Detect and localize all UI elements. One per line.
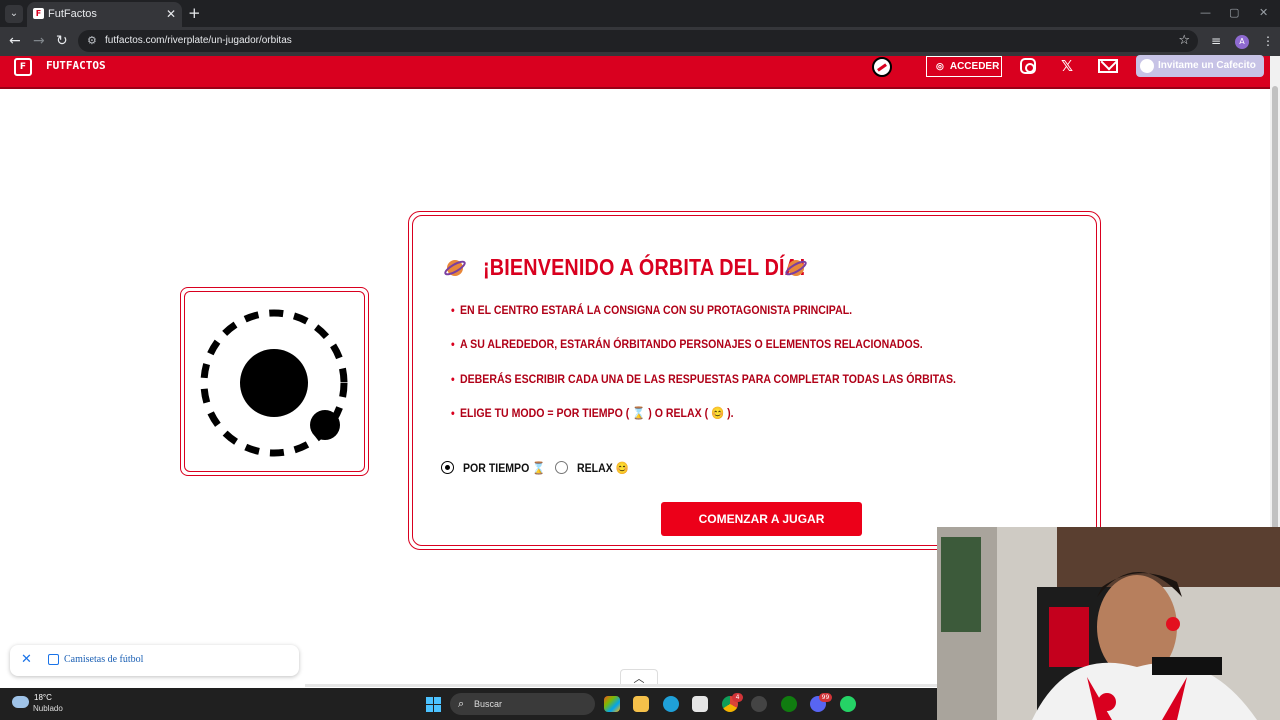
tab-futfactos[interactable]: F FutFactos ✕ [27, 2, 182, 27]
taskbar-search[interactable]: ⌕ Buscar [450, 693, 595, 715]
welcome-title: ¡BIENVENIDO A ÓRBITA DEL DÍA! [483, 254, 806, 280]
instruction-text: A SU ALREDEDOR, ESTARÁN ÓRBITANDO PERSON… [459, 337, 923, 351]
login-button[interactable]: ◎ ACCEDER [926, 56, 1002, 77]
orbit-illustration-card [180, 287, 369, 476]
obs-icon[interactable] [751, 696, 767, 712]
close-window-icon[interactable]: ✕ [1259, 5, 1268, 21]
welcome-card: ¡BIENVENIDO A ÓRBITA DEL DÍA! • EN EL CEN… [408, 211, 1101, 550]
login-label: ACCEDER [949, 61, 1000, 72]
logo-text[interactable]: FUTFACTOS [46, 58, 106, 74]
xbox-icon[interactable] [781, 696, 797, 712]
maximize-icon[interactable]: ▢ [1229, 5, 1239, 21]
orbit-icon [200, 309, 348, 457]
close-icon[interactable]: ✕ [21, 652, 32, 668]
mode-relax-label[interactable]: RELAX 😊 [577, 460, 629, 476]
tab-close-icon[interactable]: ✕ [166, 6, 176, 22]
futfactos-favicon: F [33, 8, 44, 19]
site-info-icon[interactable]: ⚙ [87, 34, 97, 48]
instruction-text: EN EL CENTRO ESTARÁ LA CONSIGNA CON SU P… [459, 303, 853, 317]
search-icon: ⌕ [458, 697, 465, 710]
weather-temp[interactable]: 18°C [34, 693, 52, 703]
discord-badge: 99 [819, 693, 832, 702]
planet-icon [785, 260, 807, 276]
instagram-icon[interactable] [1020, 58, 1036, 74]
browser-toolbar: ← → ↻ ⚙ futfactos.com/riverplate/un-juga… [0, 27, 1280, 56]
cafecito-label: Invitame un Cafecito [1158, 60, 1256, 71]
instruction-item: • EN EL CENTRO ESTARÁ LA CONSIGNA CON SU … [451, 303, 853, 317]
mail-icon[interactable] [1098, 59, 1118, 73]
webcam-overlay [937, 527, 1280, 720]
bookmark-star-icon[interactable]: ☆ [1178, 32, 1190, 50]
forward-icon[interactable]: → [33, 32, 45, 50]
copilot-icon[interactable] [604, 696, 620, 712]
instruction-item: • A SU ALREDEDOR, ESTARÁN ÓRBITANDO PERSO… [451, 337, 923, 351]
back-icon[interactable]: ← [9, 32, 21, 50]
cafecito-icon [1140, 59, 1154, 73]
download-notification[interactable]: ✕ Camisetas de fútbol [10, 645, 299, 676]
orbit-center-body [240, 349, 308, 417]
new-tab-button[interactable]: + [188, 4, 201, 22]
file-explorer-icon[interactable] [633, 696, 649, 712]
windows-taskbar: 18°C Nublado ⌕ Buscar 4 99 [0, 688, 937, 720]
page-bottom-divider [305, 684, 937, 687]
site-header: F FUTFACTOS ◎ ACCEDER 𝕏 Invitame un Cafec… [0, 55, 1270, 89]
minimize-icon[interactable]: — [1200, 5, 1211, 21]
media-control-icon[interactable]: ≡ [1211, 33, 1221, 49]
planet-icon [444, 260, 466, 276]
start-game-button[interactable]: COMENZAR A JUGAR [661, 502, 862, 536]
tab-title: FutFactos [48, 8, 97, 20]
webcam-image [937, 527, 1280, 720]
weather-condition[interactable]: Nublado [33, 704, 63, 714]
cloud-icon[interactable] [12, 696, 29, 708]
browser-tabbar: ⌄ F FutFactos ✕ + — ▢ ✕ [0, 0, 1280, 27]
instruction-item: • DEBERÁS ESCRIBIR CADA UNA DE LAS RESPUE… [451, 372, 956, 386]
orbit-satellite [310, 410, 340, 440]
url-text[interactable]: futfactos.com/riverplate/un-jugador/orbi… [105, 34, 292, 48]
search-label: Buscar [474, 699, 503, 709]
windows-start-icon[interactable] [426, 697, 441, 712]
user-icon: ◎ [936, 61, 944, 71]
mode-timed-label[interactable]: POR TIEMPO ⌛ [463, 460, 545, 476]
instruction-text: ELIGE TU MODO = POR TIEMPO ( ⌛ ) O RELAX… [459, 406, 734, 420]
tab-search-icon[interactable]: ⌄ [5, 5, 23, 23]
instruction-text: DEBERÁS ESCRIBIR CADA UNA DE LAS RESPUES… [459, 372, 956, 386]
whatsapp-icon[interactable] [840, 696, 856, 712]
mode-timed-radio[interactable] [441, 461, 454, 474]
notification-text[interactable]: Camisetas de fútbol [64, 653, 143, 667]
profile-avatar[interactable]: A [1235, 35, 1249, 49]
futfactos-logo-icon[interactable]: F [14, 58, 32, 76]
x-twitter-icon[interactable]: 𝕏 [1061, 57, 1073, 75]
edge-icon[interactable] [663, 696, 679, 712]
instruction-item: • ELIGE TU MODO = POR TIEMPO ( ⌛ ) O RELA… [451, 406, 734, 420]
cafecito-button[interactable]: Invitame un Cafecito [1136, 55, 1264, 77]
document-icon [48, 654, 59, 665]
mode-relax-radio[interactable] [555, 461, 568, 474]
reload-icon[interactable]: ↻ [56, 32, 68, 50]
store-icon[interactable] [692, 696, 708, 712]
address-bar[interactable]: ⚙ futfactos.com/riverplate/un-jugador/or… [78, 30, 1198, 52]
chrome-badge: 4 [732, 693, 743, 702]
menu-kebab-icon[interactable]: ⋮ [1262, 33, 1274, 49]
club-crest-icon[interactable] [872, 57, 892, 77]
